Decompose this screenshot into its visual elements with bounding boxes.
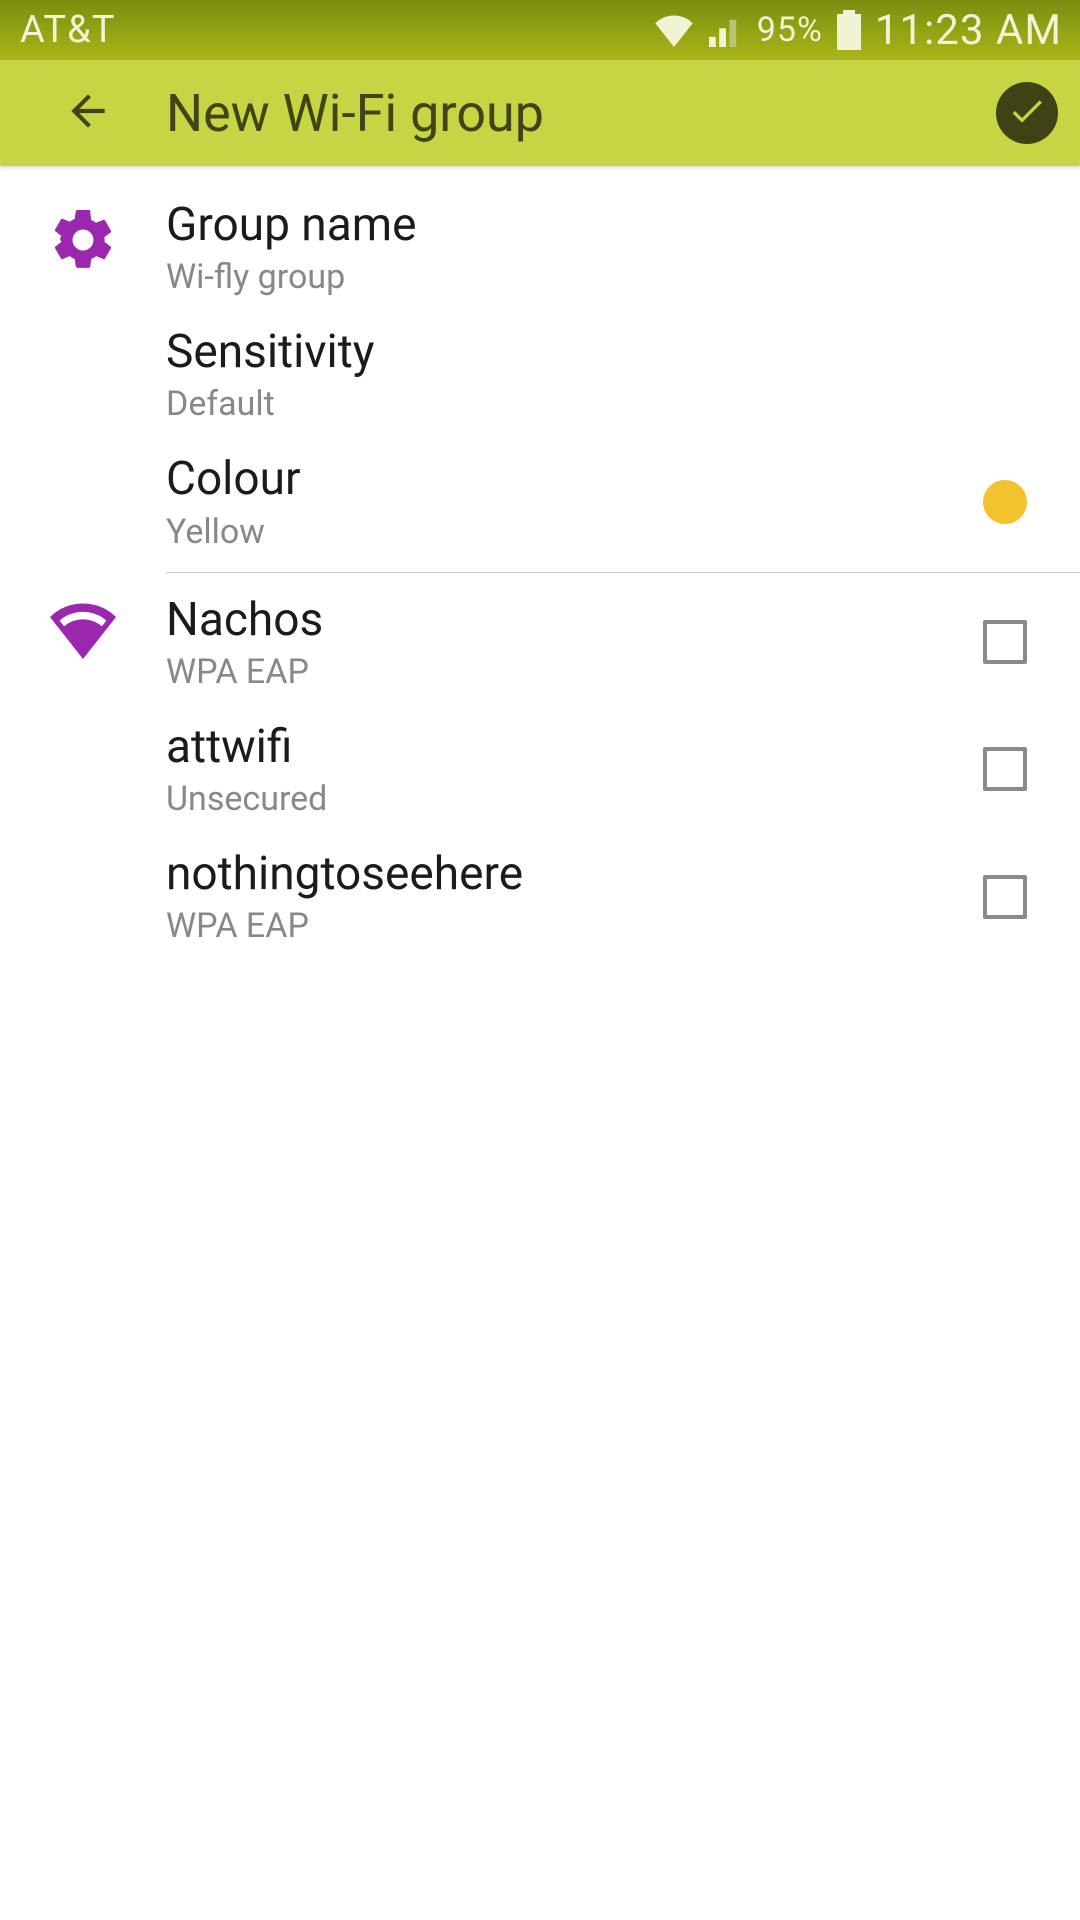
confirm-button[interactable] <box>996 82 1058 144</box>
app-bar: New Wi-Fi group <box>0 60 1080 166</box>
setting-group-name[interactable]: Group name Wi-fly group <box>0 184 1080 311</box>
divider <box>166 572 1080 573</box>
wifi-status-icon <box>653 13 695 47</box>
network-checkbox[interactable] <box>983 620 1027 664</box>
status-right: 95% 11:23 AM <box>653 6 1062 55</box>
content: Group name Wi-fly group Sensitivity Defa… <box>0 166 1080 960</box>
check-icon <box>1007 91 1047 135</box>
colour-swatch <box>983 480 1027 524</box>
network-item[interactable]: Nachos WPA EAP <box>0 579 1080 706</box>
network-item[interactable]: attwifi Unsecured <box>0 706 1080 833</box>
gear-icon <box>47 204 119 297</box>
network-security: WPA EAP <box>166 906 960 946</box>
network-checkbox[interactable] <box>983 747 1027 791</box>
back-button[interactable] <box>58 83 118 143</box>
group-name-value: Wi-fly group <box>166 257 1050 297</box>
network-security: WPA EAP <box>166 652 960 692</box>
sensitivity-title: Sensitivity <box>166 325 1050 380</box>
colour-value: Yellow <box>166 512 960 552</box>
colour-title: Colour <box>166 452 960 507</box>
network-checkbox[interactable] <box>983 875 1027 919</box>
network-item[interactable]: nothingtoseehere WPA EAP <box>0 833 1080 960</box>
battery-icon <box>837 10 861 50</box>
status-bar: AT&T 95% 11:23 AM <box>0 0 1080 60</box>
battery-percent: 95% <box>757 10 823 50</box>
network-security: Unsecured <box>166 779 960 819</box>
page-title: New Wi-Fi group <box>166 83 544 144</box>
setting-colour[interactable]: Colour Yellow <box>0 438 1080 565</box>
network-ssid: attwifi <box>166 720 960 775</box>
cell-signal-icon <box>709 13 743 47</box>
sensitivity-value: Default <box>166 384 1050 424</box>
carrier-label: AT&T <box>20 8 115 52</box>
network-ssid: nothingtoseehere <box>166 847 960 902</box>
group-name-title: Group name <box>166 198 1050 253</box>
arrow-back-icon <box>63 86 113 140</box>
setting-sensitivity[interactable]: Sensitivity Default <box>0 311 1080 438</box>
network-ssid: Nachos <box>166 593 960 648</box>
wifi-icon <box>47 599 119 692</box>
clock: 11:23 AM <box>875 6 1062 55</box>
